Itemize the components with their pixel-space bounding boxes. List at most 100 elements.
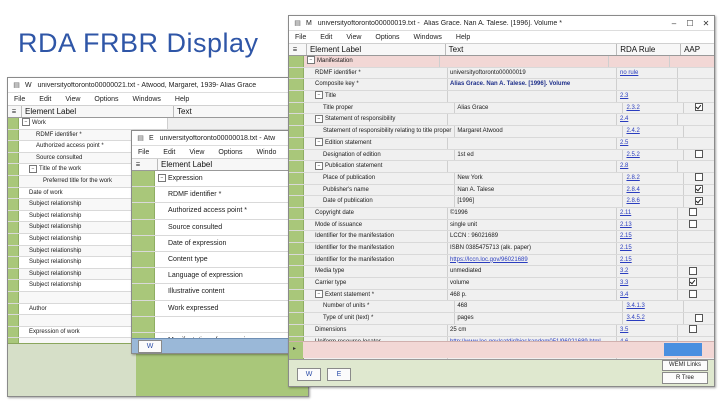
table-row[interactable]: − Manifestation — [289, 56, 714, 68]
column-header-element-label[interactable]: Element Label — [307, 44, 446, 55]
element-text[interactable]: Nan A. Talese — [455, 184, 624, 196]
table-row[interactable]: Media type unmediated 3.2 — [289, 266, 714, 279]
table-row[interactable]: Mode of issuance single unit 2.13 — [289, 219, 714, 232]
table-row[interactable]: Designation of edition 1st ed 2.5.2 — [289, 149, 714, 162]
menu-item-view[interactable]: View — [183, 149, 212, 156]
table-row[interactable]: Type of unit (text) * pages 3.4.5.2 — [289, 313, 714, 325]
collapse-toggle-icon[interactable]: − — [158, 174, 166, 183]
maximize-icon[interactable]: ☐ — [682, 19, 698, 28]
aap-checkbox[interactable] — [695, 184, 704, 193]
menu-item-edit[interactable]: Edit — [314, 34, 340, 41]
aap-checkbox[interactable] — [689, 220, 697, 229]
table-row[interactable]: Identifier for the manifestation https://… — [289, 254, 714, 267]
element-text[interactable]: universityoftoronto00000019 — [448, 67, 617, 79]
rda-rule-link[interactable]: 2.8.6 — [623, 196, 685, 207]
wemi-links-button[interactable]: WEMI Links — [662, 360, 708, 371]
collapse-all-icon[interactable]: ☰ — [135, 162, 141, 168]
menu-item-help[interactable]: Help — [169, 96, 197, 103]
work-window-titlebar[interactable]: ▤ W universityoftoronto00000021.txt - At… — [8, 78, 308, 93]
rda-rule-link[interactable]: 2.3.2 — [623, 102, 685, 114]
element-text[interactable]: single unit — [448, 219, 617, 231]
aap-checkbox[interactable] — [689, 266, 697, 275]
table-row[interactable]: Identifier for the manifestation LCCN : 9… — [289, 231, 714, 243]
table-row[interactable]: Date of publication [1996] 2.8.6 — [289, 196, 714, 208]
element-text[interactable] — [440, 56, 609, 67]
rda-rule-link[interactable] — [609, 56, 670, 67]
rda-rule-link[interactable]: no rule — [617, 67, 678, 79]
element-text[interactable]: ©1996 — [448, 207, 617, 219]
table-row[interactable]: RDMF identifier * universityoftoronto0000… — [289, 67, 714, 80]
rda-rule-link[interactable]: 2.15 — [617, 231, 678, 242]
table-row[interactable]: Publisher's name Nan A. Talese 2.8.4 — [289, 184, 714, 197]
collapse-toggle-icon[interactable]: − — [307, 56, 315, 65]
element-text[interactable]: ISBN 0385475713 (alk. paper) — [448, 243, 617, 254]
table-row[interactable]: Title proper Alias Grace 2.3.2 — [289, 102, 714, 115]
element-text[interactable]: LCCN : 96021689 — [448, 231, 617, 242]
minimize-icon[interactable]: – — [666, 19, 682, 28]
column-header-text[interactable]: Text — [446, 44, 618, 55]
element-text[interactable]: Alias Grace. Nan A. Talese. [1996]. Volu… — [448, 79, 617, 91]
menu-item-help[interactable]: Help — [450, 34, 478, 41]
table-row[interactable]: Composite key * Alias Grace. Nan A. Tales… — [289, 79, 714, 92]
table-row[interactable]: − Title 2.3 — [289, 91, 714, 103]
column-header-rda-rule[interactable]: RDA Rule — [617, 44, 682, 55]
element-text[interactable] — [448, 161, 617, 172]
table-row[interactable]: Statement of responsibility relating to … — [289, 126, 714, 138]
menu-item-options[interactable]: Options — [369, 34, 407, 41]
rda-rule-link[interactable]: 2.15 — [617, 254, 678, 266]
collapse-toggle-icon[interactable]: − — [315, 161, 323, 170]
table-row[interactable]: − Statement of responsibility 2.4 — [289, 114, 714, 127]
menu-item-file[interactable]: File — [8, 96, 33, 103]
table-row[interactable]: − Edition statement 2.5 — [289, 137, 714, 150]
menu-item-windows[interactable]: Windows — [127, 96, 169, 103]
element-text[interactable]: unmediated — [448, 266, 617, 278]
rda-rule-link[interactable]: 3.3 — [617, 278, 678, 289]
element-text[interactable] — [168, 118, 301, 129]
rda-rule-link[interactable]: 3.2 — [617, 266, 678, 278]
element-text[interactable]: 468 — [455, 301, 624, 313]
manifestation-window-titlebar[interactable]: ▤ M universityoftoronto00000019.txt - Al… — [289, 16, 714, 31]
rda-rule-link[interactable]: 2.5 — [617, 137, 678, 149]
element-text[interactable]: 25 cm — [448, 324, 617, 336]
r-tree-button[interactable]: R Tree — [662, 372, 708, 384]
collapse-toggle-icon[interactable]: − — [315, 91, 323, 100]
menu-item-file[interactable]: File — [289, 34, 314, 41]
collapse-toggle-icon[interactable]: − — [315, 290, 323, 299]
element-text[interactable]: New York — [455, 172, 624, 184]
table-row[interactable]: − Extent statement * 468 p. 3.4 — [289, 289, 714, 302]
table-row[interactable]: Carrier type volume 3.3 — [289, 278, 714, 290]
rda-rule-link[interactable]: 2.4 — [617, 114, 678, 126]
work-link-button[interactable]: W — [297, 368, 321, 381]
table-row[interactable]: Identifier for the manifestation ISBN 038… — [289, 243, 714, 255]
element-text[interactable]: pages — [455, 313, 624, 324]
table-row[interactable]: Dimensions 25 cm 3.5 — [289, 324, 714, 337]
table-row[interactable]: − Work — [8, 118, 308, 130]
collapse-toggle-icon[interactable]: − — [315, 114, 323, 123]
table-row[interactable]: Number of units * 468 3.4.1.3 — [289, 301, 714, 314]
rda-rule-link[interactable] — [617, 79, 678, 91]
element-text[interactable]: Alias Grace — [455, 102, 624, 114]
selected-cell[interactable] — [664, 343, 702, 356]
collapse-toggle-icon[interactable]: − — [29, 164, 37, 173]
element-text[interactable] — [448, 137, 617, 149]
menu-item-edit[interactable]: Edit — [33, 96, 59, 103]
rda-rule-link[interactable]: 3.4.1.3 — [623, 301, 685, 313]
menu-item-windows[interactable]: Windows — [408, 34, 450, 41]
element-text[interactable] — [448, 114, 617, 126]
rda-rule-link[interactable]: 2.4.2 — [623, 126, 685, 137]
rda-rule-link[interactable]: 3.5 — [617, 324, 678, 336]
table-row[interactable]: Place of publication New York 2.8.2 — [289, 172, 714, 185]
rda-rule-link[interactable]: 2.5.2 — [623, 149, 685, 161]
menu-item-options[interactable]: Options — [88, 96, 126, 103]
rda-rule-link[interactable]: 3.4 — [617, 289, 678, 301]
element-text[interactable]: 468 p. — [448, 289, 617, 301]
aap-checkbox[interactable] — [689, 290, 697, 299]
collapse-all-icon[interactable]: ☰ — [11, 109, 17, 115]
rda-rule-link[interactable]: 2.3 — [617, 91, 678, 102]
element-text[interactable]: Margaret Atwood — [455, 126, 624, 137]
close-icon[interactable]: ✕ — [698, 19, 714, 28]
aap-checkbox[interactable] — [689, 325, 697, 334]
collapse-toggle-icon[interactable]: − — [315, 138, 323, 147]
aap-checkbox[interactable] — [695, 196, 704, 205]
element-text[interactable]: 1st ed — [455, 149, 624, 161]
